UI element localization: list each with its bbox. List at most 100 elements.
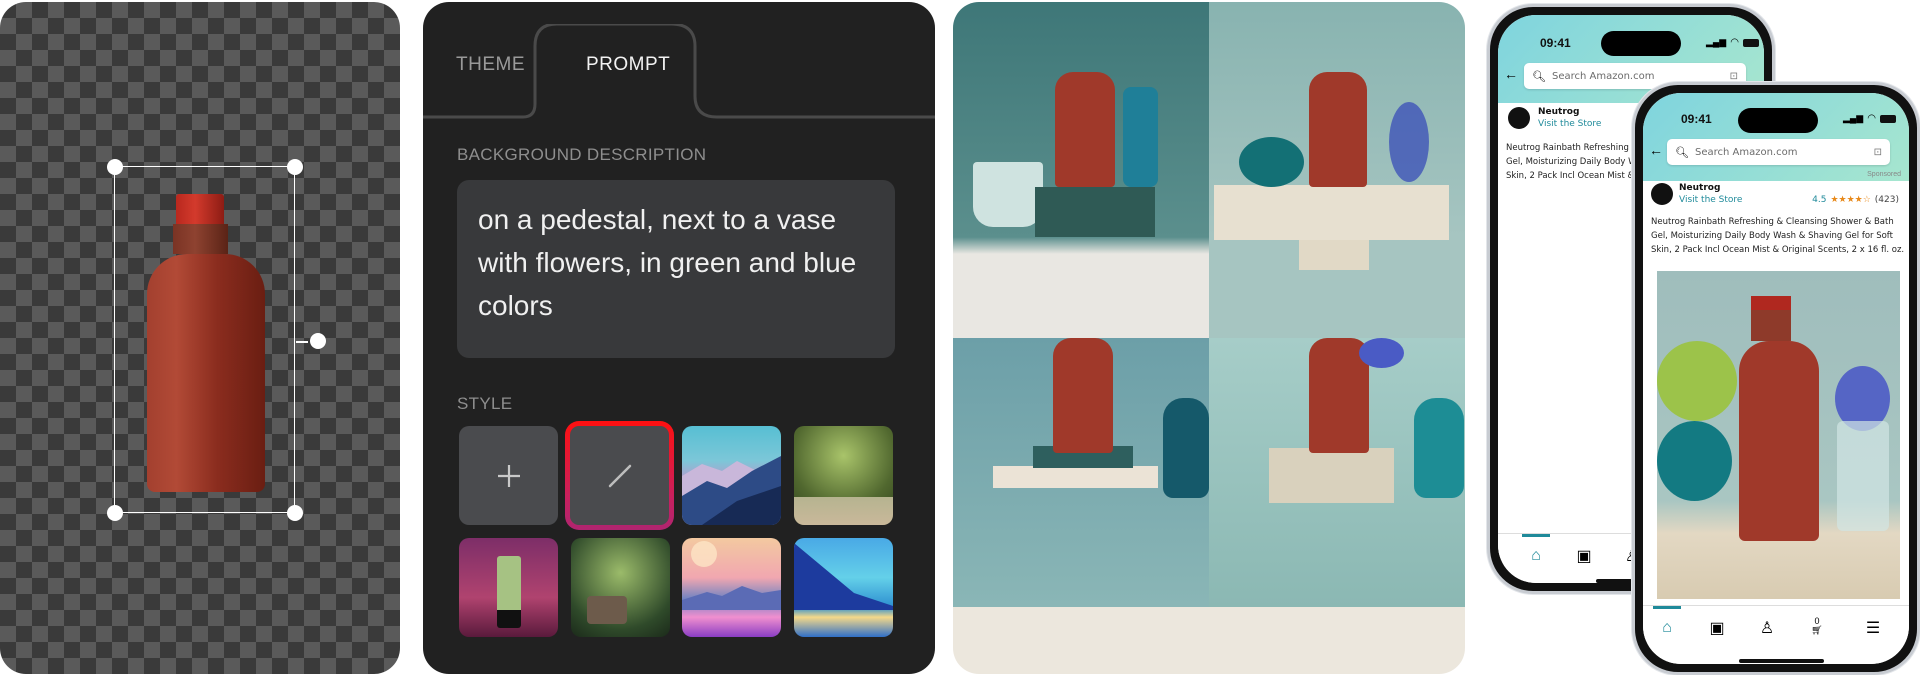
teal-vase bbox=[1414, 398, 1464, 498]
brand-name[interactable]: Neutrog bbox=[1679, 183, 1720, 193]
style-tile-cosmetic-scene[interactable] bbox=[459, 538, 558, 637]
nav-video-icon[interactable]: ▣ bbox=[1568, 546, 1600, 566]
product-image[interactable] bbox=[1657, 271, 1900, 599]
blue-vase bbox=[1123, 87, 1158, 187]
visit-store-link[interactable]: Visit the Store bbox=[1538, 119, 1601, 129]
background-description-text: on a pedestal, next to a vase with flowe… bbox=[478, 204, 857, 321]
nav-cart-icon[interactable]: 0 🛒︎ bbox=[1801, 614, 1833, 638]
rotate-connector bbox=[296, 341, 308, 343]
blue-flowers bbox=[1359, 338, 1404, 368]
bottom-nav: ⌂ ▣ ♙ 0 🛒︎ ☰ bbox=[1643, 605, 1909, 664]
teal-ribbed-vase bbox=[1163, 398, 1209, 498]
background-description-input[interactable]: on a pedestal, next to a vase with flowe… bbox=[457, 180, 895, 358]
lake-thumbnail bbox=[794, 543, 893, 610]
green-marble-block bbox=[1035, 187, 1155, 237]
cafe-device bbox=[587, 596, 627, 624]
tab-theme[interactable]: THEME bbox=[456, 54, 525, 76]
battery-icon bbox=[1879, 114, 1896, 123]
product-title[interactable]: Neutrog Rainbath Refreshing & Cleansing … bbox=[1651, 215, 1906, 257]
glass-vase bbox=[1837, 421, 1889, 531]
title-line: Neutrog Rainbath Refreshing & bbox=[1506, 143, 1639, 153]
cream-pedestal bbox=[1214, 185, 1449, 240]
resize-handle-bottom-right[interactable] bbox=[287, 505, 303, 521]
mountain-thumbnail bbox=[682, 456, 781, 525]
style-tile-forest-painting[interactable] bbox=[794, 426, 893, 525]
search-icon: 🔍︎ bbox=[1675, 146, 1689, 159]
bottle bbox=[1739, 341, 1819, 541]
white-pot bbox=[973, 162, 1043, 227]
sunset-thumbnail bbox=[682, 541, 781, 610]
style-tile-mountain-illustration[interactable] bbox=[682, 426, 781, 525]
bottle bbox=[1309, 72, 1367, 187]
resize-handle-bottom-left[interactable] bbox=[107, 505, 123, 521]
selection-box bbox=[114, 166, 295, 513]
transparent-canvas[interactable] bbox=[0, 2, 400, 674]
style-tile-blue-mountain-lake[interactable] bbox=[794, 538, 893, 637]
review-count: (423) bbox=[1874, 195, 1899, 205]
teal-ribbed-vase bbox=[1657, 421, 1732, 501]
brand-logo[interactable] bbox=[1508, 107, 1530, 129]
style-tile-none-selected[interactable] bbox=[565, 421, 674, 530]
nav-home-icon[interactable]: ⌂ bbox=[1651, 618, 1683, 638]
rotate-handle[interactable] bbox=[310, 333, 326, 349]
nav-active-indicator bbox=[1522, 534, 1550, 537]
home-indicator bbox=[1739, 659, 1824, 663]
result-image-1[interactable] bbox=[953, 2, 1209, 338]
resize-handle-top-left[interactable] bbox=[107, 159, 123, 175]
style-label: STYLE bbox=[457, 394, 513, 413]
result-image-4[interactable] bbox=[1209, 338, 1465, 674]
title-line: Skin, 2 Pack Incl Ocean Mist & bbox=[1506, 171, 1635, 181]
nav-active-indicator bbox=[1653, 606, 1681, 609]
nav-account-icon[interactable]: ♙ bbox=[1751, 618, 1783, 638]
plus-icon bbox=[497, 464, 520, 487]
slash-icon bbox=[608, 464, 631, 487]
wifi-icon: ◠ bbox=[1730, 37, 1739, 48]
generated-results-grid bbox=[953, 2, 1465, 674]
background-description-label: BACKGROUND DESCRIPTION bbox=[457, 145, 707, 164]
prompt-editor-panel: THEME PROMPT BACKGROUND DESCRIPTION on a… bbox=[423, 2, 935, 674]
brand-logo[interactable] bbox=[1651, 183, 1673, 205]
bottle-cap bbox=[1751, 296, 1791, 341]
stone-block bbox=[1269, 448, 1394, 503]
nav-video-icon[interactable]: ▣ bbox=[1701, 618, 1733, 638]
signal-icon: ▂▄▆ bbox=[1843, 113, 1864, 123]
brand-name[interactable]: Neutrog bbox=[1538, 107, 1579, 117]
forest-ground bbox=[794, 497, 893, 525]
pedestal-column bbox=[1299, 240, 1369, 270]
style-tile-add[interactable] bbox=[459, 426, 558, 525]
camera-scan-icon[interactable]: ⊡ bbox=[1874, 147, 1882, 158]
green-flowers bbox=[1657, 341, 1737, 421]
style-tile-pastel-sunset[interactable] bbox=[682, 538, 781, 637]
style-tile-cafe-scene[interactable] bbox=[571, 538, 670, 637]
rating-value: 4.5 bbox=[1812, 195, 1827, 205]
rating-row[interactable]: 4.5 ★★★★☆ (423) bbox=[1812, 195, 1899, 205]
title-line: Gel, Moisturizing Daily Body W bbox=[1506, 157, 1637, 167]
wifi-icon: ◠ bbox=[1867, 113, 1876, 124]
search-input[interactable]: Search Amazon.com bbox=[1552, 71, 1655, 82]
bottle bbox=[1053, 338, 1113, 453]
camera-scan-icon[interactable]: ⊡ bbox=[1730, 71, 1738, 82]
sponsored-label[interactable]: Sponsored bbox=[1867, 171, 1901, 178]
status-time: 09:41 bbox=[1681, 112, 1712, 126]
resize-handle-top-right[interactable] bbox=[287, 159, 303, 175]
nav-menu-icon[interactable]: ☰ bbox=[1857, 618, 1889, 638]
search-bar[interactable]: 🔍︎ Search Amazon.com ⊡ bbox=[1667, 139, 1890, 165]
result-image-3[interactable] bbox=[953, 338, 1209, 674]
phone-front: 09:41 ▂▄▆ ◠ ← 🔍︎ Search Amazon.com ⊡ Spo… bbox=[1632, 82, 1920, 675]
app-header bbox=[1643, 93, 1909, 181]
tab-prompt[interactable]: PROMPT bbox=[586, 54, 670, 76]
search-input[interactable]: Search Amazon.com bbox=[1695, 147, 1798, 158]
result-image-2[interactable] bbox=[1209, 2, 1465, 338]
star-rating-icon: ★★★★☆ bbox=[1830, 195, 1871, 205]
dynamic-island bbox=[1601, 31, 1681, 56]
back-arrow-icon[interactable]: ← bbox=[1649, 142, 1663, 158]
cosmetic-tube bbox=[497, 556, 521, 628]
battery-icon bbox=[1742, 38, 1759, 47]
back-arrow-icon[interactable]: ← bbox=[1504, 66, 1518, 82]
nav-home-icon[interactable]: ⌂ bbox=[1520, 546, 1552, 566]
teal-ribbed-vase bbox=[1239, 137, 1304, 187]
status-icons: ▂▄▆ ◠ bbox=[1843, 113, 1896, 124]
visit-store-link[interactable]: Visit the Store bbox=[1679, 195, 1742, 205]
status-time: 09:41 bbox=[1540, 36, 1571, 50]
status-icons: ▂▄▆ ◠ bbox=[1706, 37, 1759, 48]
